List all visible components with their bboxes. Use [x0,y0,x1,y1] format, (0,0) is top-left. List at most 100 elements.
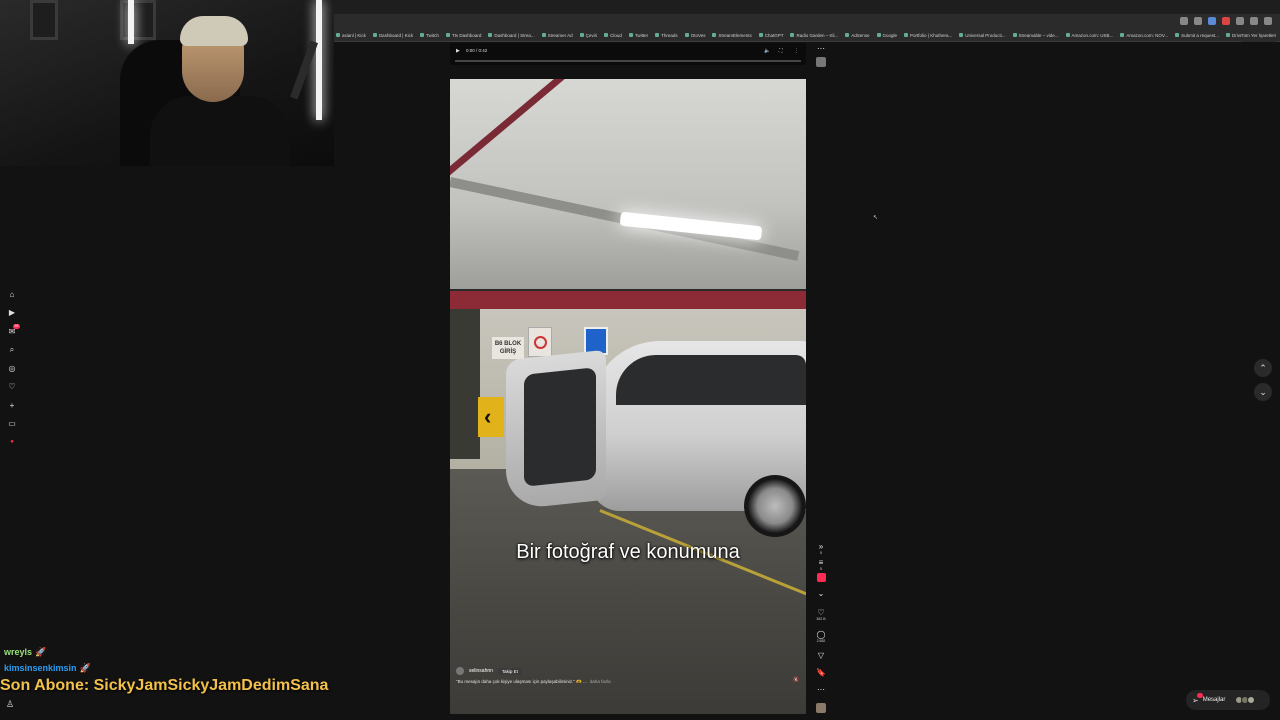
streamer-body [150,96,290,166]
filter-icon[interactable]: ▽ [813,651,829,660]
action-column: ⋯ » 5 ≡ 5 ⌄ ♡ 362 B ◯ 2.682 ▽ 🔖 ⋯ [813,0,829,720]
bookmark-item[interactable]: Dashboard | Strea... [488,33,535,38]
chat-message: kimsinsenkimsin 🚀 [0,660,400,676]
tab-strip[interactable] [334,0,1280,14]
bookmark-item[interactable]: Çeviri [579,33,597,38]
bookmark-item[interactable]: asianl | Kick [336,33,366,38]
bookmark-item[interactable]: Streamer Ad [541,32,573,38]
mouse-cursor-icon: ↖ [873,215,879,221]
messages-button[interactable]: ➢ Mesajlar [1186,690,1270,710]
bookmark-favicon-icon [1012,33,1017,37]
progress-bar[interactable] [455,60,801,62]
extension-icon[interactable] [1222,17,1230,25]
fullscreen-icon[interactable]: ⛶ [779,48,783,54]
messages-label: Mesajlar [1202,697,1226,703]
home-icon[interactable]: ⌂ [0,285,24,304]
bookmark-item[interactable]: Amazon.com: NOV... [1120,33,1168,38]
bookmark-item[interactable]: ChatGPT [758,33,783,38]
bookmark-item[interactable]: Twitter [628,33,648,38]
bookmark-item[interactable]: Dashboard | Kick [372,32,414,38]
bookmark-item[interactable]: Submit a request... [1175,33,1219,38]
bookmark-favicon-icon [604,33,609,37]
mute-icon[interactable]: 🔇 [793,677,799,683]
author-name[interactable]: selinsahnn [469,668,493,674]
all-bookmarks-link[interactable]: Tüm Yer İşaretleri [1240,29,1276,42]
bookmark-favicon-icon [684,33,689,37]
bookmark-label: Dashboard | Kick [378,32,414,38]
bookmark-favicon-icon [372,33,377,37]
toolbar-extensions [334,14,1280,28]
bookmark-item[interactable]: StreamElements [712,33,752,38]
extension-icon[interactable] [1180,17,1188,25]
message-avatars [1235,696,1256,704]
profile-icon[interactable]: ♙ [6,699,14,710]
streamer-hair [180,16,248,46]
message-badge [1197,692,1203,698]
play-icon[interactable]: ▶ [456,48,460,54]
bookmark-item[interactable]: AdSense [845,33,870,38]
previous-video-button[interactable]: ⌃ [1254,359,1272,377]
like-button[interactable]: ♡ 362 B [813,608,829,621]
bookmark-item[interactable]: Portfolio | Khuthera... [904,33,952,38]
profile-icon[interactable] [1264,17,1272,25]
bookmark-favicon-icon [845,33,850,37]
inbox-icon[interactable]: ✉ 99 [0,322,24,341]
bars-count: 5 [820,567,822,571]
bookmark-favicon-icon [1120,33,1125,37]
heart-icon[interactable]: ♡ [0,378,24,397]
explore-icon[interactable]: ◎ [0,359,24,378]
live-badge-icon[interactable] [817,573,826,582]
author-avatar[interactable] [456,667,464,675]
message-icon[interactable]: ▭ [0,415,24,434]
chat-username[interactable]: kimsinsenkimsin [4,663,77,673]
webcam-overlay [0,0,334,166]
creator-avatar[interactable] [816,57,826,67]
volume-icon[interactable]: 🔈 [764,48,770,54]
extension-icon[interactable] [1250,17,1258,25]
music-disc-icon[interactable] [816,703,826,713]
bookmark-label: Ttv Dashboard [451,32,482,38]
video-player[interactable]: B6 BLOK GİRİŞ ‹ Bir fotoğraf ve konumuna… [450,79,806,714]
bookmark-item[interactable]: Ttv Dashboard [445,32,482,38]
add-icon[interactable]: + [0,396,24,415]
bookmark-item[interactable]: OtoVes [684,33,705,38]
previous-video-controls: ▶ 0:00 / 0:42 🔈 ⛶ ⋮ [450,43,806,65]
more-link[interactable]: daha fazla [590,679,611,684]
bars-icon[interactable]: ≡ 5 [813,558,829,571]
comment-button[interactable]: ◯ 2.682 [813,630,829,643]
bookmark-item[interactable]: Threads [655,33,678,38]
extension-icon[interactable] [1208,17,1216,25]
follow-button[interactable]: Takip Et [497,667,522,675]
bookmark-favicon-icon [959,33,964,37]
search-icon[interactable]: ⌕ [0,341,24,360]
bookmark-item[interactable]: Google [876,32,898,38]
chevron-arrow-icon: ‹ [484,404,492,429]
share-forward-icon[interactable]: » 5 [813,542,829,555]
chevron-down-icon[interactable]: ⌄ [813,589,829,598]
bookmark-label: Streamer Ad [547,32,573,38]
scene-red-pipe [450,291,806,309]
more-icon[interactable]: ⋮ [794,48,799,54]
bookmark-label: Google [882,32,898,38]
extension-icon[interactable] [1236,17,1244,25]
chat-username[interactable]: wreyls [4,647,32,657]
extension-icon[interactable] [1194,17,1202,25]
share-more-icon[interactable]: ⋯ [813,685,829,694]
video-icon[interactable]: ▶ [0,304,24,323]
avatar [1247,696,1256,704]
bookmark-item[interactable]: Twitch [420,33,439,38]
light-bar [128,0,134,44]
more-icon[interactable]: ⋯ [813,44,829,53]
bookmark-icon[interactable]: 🔖 [813,668,829,677]
bookmark-item[interactable]: Amazon.com: USB... [1065,33,1113,38]
chat-message: wreyls 🚀 [0,644,400,660]
bookmark-item[interactable]: Streamable – vide... [1012,33,1059,38]
live-icon[interactable]: ● [0,433,24,452]
comment-icon: ◯ [816,630,826,639]
bookmark-favicon-icon [1175,33,1180,37]
mic-arm [289,40,319,100]
bookmark-favicon-icon [1225,33,1230,37]
bookmark-item[interactable]: Cloud [604,33,622,38]
bookmark-item[interactable]: Universal Producti... [959,33,1006,38]
next-video-button[interactable]: ⌄ [1254,383,1272,401]
